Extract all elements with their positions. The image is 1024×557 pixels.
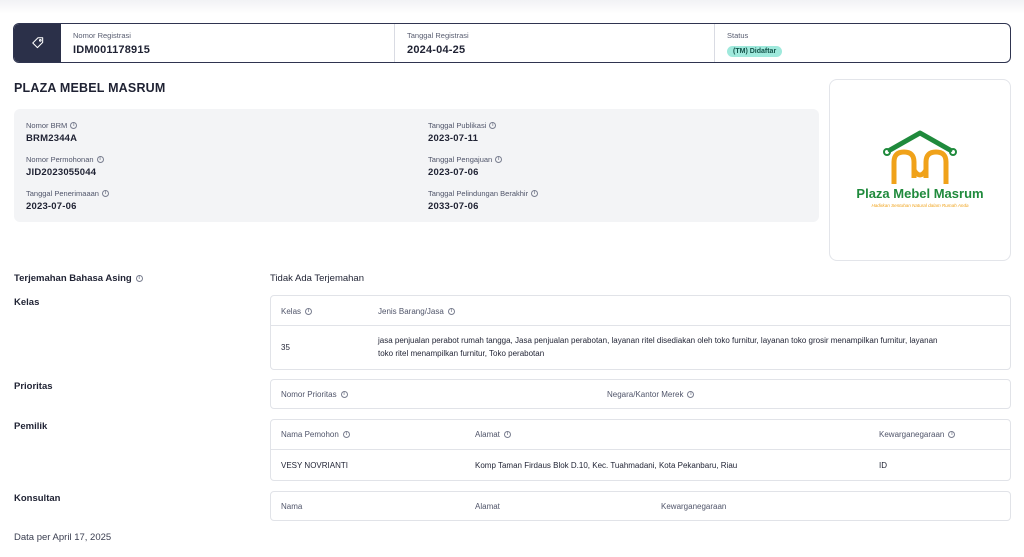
registration-date-cell: Tanggal Registrasi 2024-04-25	[394, 24, 714, 62]
divider	[271, 325, 1010, 326]
info-icon[interactable]: i	[503, 431, 511, 438]
details-box: Nomor BRM i BRM2344A Nomor Permohonan i JI…	[14, 109, 819, 222]
owner-table: Nama Pemohon i Alamat i Kewarganegaraan i V…	[270, 419, 1011, 481]
owner-address: Komp Taman Firdaus Blok D.10, Kec. Tuahm…	[475, 461, 738, 470]
receipt-date-label: Tanggal Penerimaaan	[26, 189, 99, 198]
registration-header: Nomor Registrasi IDM001178915 Tanggal Re…	[13, 23, 1011, 63]
registration-number-cell: Nomor Registrasi IDM001178915	[61, 24, 394, 62]
field-receipt-date: Tanggal Penerimaaan i 2023-07-06	[26, 189, 109, 212]
translation-label: Terjemahan Bahasa Asing	[14, 273, 132, 284]
goods-description: jasa penjualan perabot rumah tangga, Jas…	[378, 336, 938, 358]
registration-date-label: Tanggal Registrasi	[407, 31, 469, 40]
info-icon[interactable]: i	[101, 190, 109, 197]
owner-citizenship: ID	[879, 461, 887, 470]
field-publication-date: Tanggal Publikasi i 2023-07-11	[428, 121, 497, 144]
class-column-header: Kelas i	[281, 307, 313, 316]
data-date-footer: Data per April 17, 2025	[14, 532, 112, 543]
header-icon-panel	[14, 24, 61, 62]
brand-title: PLAZA MEBEL MASRUM	[14, 81, 166, 95]
field-protection-end: Tanggal Pelindungan Berakhir i 2033-07-06	[428, 189, 539, 212]
trademark-logo: Plaza Mebel Masrum Hadirkan Sentuhan Nat…	[856, 130, 984, 208]
info-icon[interactable]: i	[70, 122, 78, 129]
application-number-value: JID2023055044	[26, 167, 97, 178]
filing-date-value: 2023-07-06	[428, 167, 479, 178]
consultant-name-column-header: Nama	[281, 502, 303, 511]
info-icon[interactable]: i	[447, 308, 455, 315]
classes-table: Kelas i Jenis Barang/Jasa i 35 jasa penjua…	[270, 295, 1011, 370]
publication-date-value: 2023-07-11	[428, 133, 479, 144]
registration-number: IDM001178915	[73, 44, 151, 56]
info-icon[interactable]: i	[305, 308, 313, 315]
logo-brand-text: Plaza Mebel Masrum	[856, 186, 983, 201]
protection-end-label: Tanggal Pelindungan Berakhir	[428, 189, 529, 198]
publication-date-label: Tanggal Publikasi	[428, 121, 487, 130]
classes-section-label: Kelas	[14, 297, 40, 308]
logo-tagline: Hadirkan Sentuhan Natural dalam Rumah An…	[871, 203, 969, 208]
info-icon[interactable]: i	[531, 190, 539, 197]
field-brm: Nomor BRM i BRM2344A	[26, 121, 78, 144]
trademark-logo-card: Plaza Mebel Masrum Hadirkan Sentuhan Nat…	[829, 79, 1011, 261]
consultant-section-label: Konsultan	[14, 493, 61, 504]
registration-number-label: Nomor Registrasi	[73, 31, 131, 40]
field-application-number: Nomor Permohonan i JID2023055044	[26, 155, 104, 178]
filing-date-label: Tanggal Pengajuan	[428, 155, 493, 164]
info-icon[interactable]: i	[495, 156, 503, 163]
registration-date: 2024-04-25	[407, 44, 466, 56]
top-shadow	[0, 0, 1024, 14]
class-number: 35	[281, 343, 290, 352]
status-badge: (TM) Didaftar	[727, 46, 783, 57]
protection-end-value: 2033-07-06	[428, 201, 479, 212]
consultant-citizenship-column-header: Kewarganegaraan	[661, 502, 727, 511]
tag-icon	[31, 37, 43, 49]
owner-section-label: Pemilik	[14, 421, 48, 432]
priority-number-column-header: Nomor Prioritas i	[281, 390, 348, 399]
translation-section-label: Terjemahan Bahasa Asing i	[14, 273, 143, 284]
priority-country-column-header: Negara/Kantor Merek i	[607, 390, 695, 399]
owner-name: VESY NOVRIANTI	[281, 461, 348, 470]
priority-section-label: Prioritas	[14, 381, 53, 392]
info-icon[interactable]: i	[340, 391, 348, 398]
info-icon[interactable]: i	[687, 391, 695, 398]
info-icon[interactable]: i	[489, 122, 497, 129]
status-cell: Status (TM) Didaftar	[714, 24, 1010, 62]
brm-value: BRM2344A	[26, 133, 78, 144]
owner-name-column-header: Nama Pemohon i	[281, 430, 350, 439]
goods-column-header: Jenis Barang/Jasa i	[378, 307, 455, 316]
priority-table: Nomor Prioritas i Negara/Kantor Merek i	[270, 379, 1011, 409]
application-number-label: Nomor Permohonan	[26, 155, 94, 164]
owner-citizenship-column-header: Kewarganegaraan i	[879, 430, 956, 439]
info-icon[interactable]: i	[342, 431, 350, 438]
translation-value: Tidak Ada Terjemahan	[270, 273, 365, 284]
info-icon[interactable]: i	[948, 431, 956, 438]
consultant-table: Nama Alamat Kewarganegaraan	[270, 491, 1011, 521]
info-icon[interactable]: i	[135, 275, 143, 282]
owner-address-column-header: Alamat i	[475, 430, 511, 439]
brm-label: Nomor BRM	[26, 121, 68, 130]
divider	[271, 449, 1010, 450]
receipt-date-value: 2023-07-06	[26, 201, 77, 212]
info-icon[interactable]: i	[96, 156, 104, 163]
status-label: Status	[727, 31, 749, 40]
field-filing-date: Tanggal Pengajuan i 2023-07-06	[428, 155, 503, 178]
consultant-address-column-header: Alamat	[475, 502, 500, 511]
